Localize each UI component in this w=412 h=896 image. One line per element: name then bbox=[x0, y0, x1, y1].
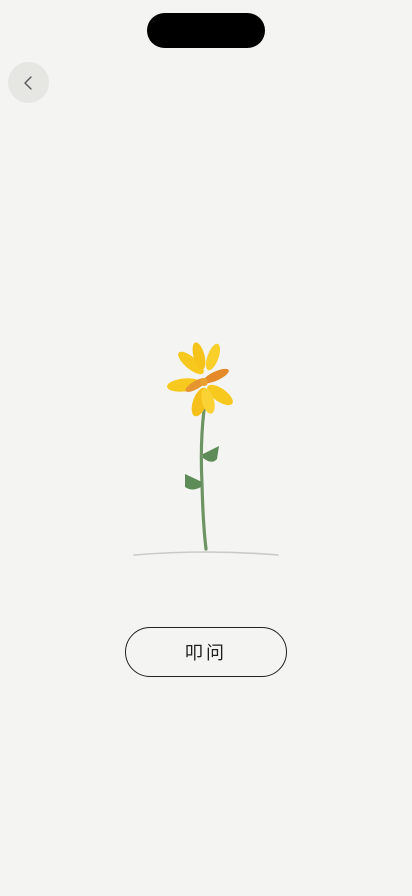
ask-button-label: 叩问 bbox=[185, 643, 227, 664]
chevron-left-icon bbox=[22, 75, 36, 91]
dynamic-island bbox=[147, 13, 265, 48]
app-screen: 叩问 bbox=[0, 0, 412, 896]
stem bbox=[199, 408, 208, 551]
ask-button[interactable]: 叩问 bbox=[125, 627, 287, 677]
leaf-left bbox=[185, 474, 202, 490]
leaf-right bbox=[203, 446, 219, 462]
back-button[interactable] bbox=[8, 62, 49, 103]
flower-illustration bbox=[133, 342, 279, 556]
flower-head bbox=[167, 342, 233, 417]
ground-line bbox=[133, 551, 279, 556]
